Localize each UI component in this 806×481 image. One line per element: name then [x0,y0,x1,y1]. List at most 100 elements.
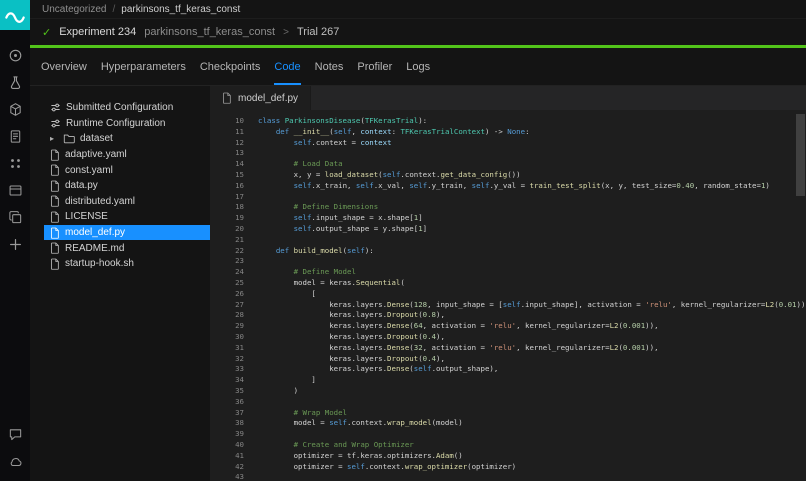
file-tree-item-startup-hook-sh[interactable]: startup-hook.sh [44,256,210,272]
file-tree-item-readme-md[interactable]: README.md [44,240,210,256]
file-tree-item-license[interactable]: LICENSE [44,209,210,225]
user-icon[interactable] [0,42,30,69]
config-icon [50,118,61,129]
file-icon [50,258,60,270]
file-tree: Submitted Configuration Runtime Configura… [30,86,210,481]
code-line: 39 [210,429,806,440]
line-number: 22 [210,246,258,257]
line-number: 21 [210,235,258,246]
templates-icon[interactable] [0,204,30,231]
file-tree-item-label: data.py [65,180,98,191]
code-line: 27 keras.layers.Dense(128, input_shape =… [210,300,806,311]
file-tree-item-adaptive-yaml[interactable]: adaptive.yaml [44,147,210,163]
scrollbar-thumb[interactable] [796,114,805,196]
line-number: 25 [210,278,258,289]
line-number: 38 [210,418,258,429]
editor-tab-label: model_def.py [238,93,298,104]
line-number: 20 [210,224,258,235]
tab-profiler[interactable]: Profiler [350,48,399,85]
line-number: 29 [210,321,258,332]
file-tree-item-submitted-configuration[interactable]: Submitted Configuration [44,100,210,116]
tab-code[interactable]: Code [267,48,307,85]
code-line-text: optimizer = self.context.wrap_optimizer(… [258,462,516,471]
code-line-text: keras.layers.Dense(128, input_shape = [s… [258,300,806,309]
code-line-text: keras.layers.Dropout(0.4), [258,354,445,363]
code-line: 34 ] [210,375,806,386]
trial-label[interactable]: Trial 267 [297,26,339,38]
experiments-icon[interactable] [0,69,30,96]
line-number: 16 [210,181,258,192]
line-number: 11 [210,127,258,138]
tab-overview[interactable]: Overview [34,48,94,85]
editor-tab-model-def[interactable]: model_def.py [210,86,311,110]
code-line: 14 # Load Data [210,159,806,170]
file-icon [50,227,60,239]
tab-hyperparameters[interactable]: Hyperparameters [94,48,193,85]
line-number: 18 [210,202,258,213]
file-tree-item-label: model_def.py [65,227,125,238]
line-number: 10 [210,116,258,127]
code-line: 26 [ [210,289,806,300]
tab-checkpoints[interactable]: Checkpoints [193,48,268,85]
line-number: 40 [210,440,258,451]
code-line: 28 keras.layers.Dropout(0.8), [210,310,806,321]
file-tree-item-data-py[interactable]: data.py [44,178,210,194]
code-line-text: optimizer = tf.keras.optimizers.Adam() [258,451,463,460]
file-tree-item-label: Submitted Configuration [66,102,173,113]
file-tree-item-distributed-yaml[interactable]: distributed.yaml [44,194,210,210]
code-line: 20 self.output_shape = y.shape[1] [210,224,806,235]
chevron-right-icon[interactable]: ▸ [50,135,58,143]
app-logo[interactable] [0,0,30,30]
code-line: 31 keras.layers.Dense(32, activation = '… [210,343,806,354]
feedback-icon[interactable] [0,421,30,448]
line-number: 35 [210,386,258,397]
code-line: 25 model = keras.Sequential( [210,278,806,289]
line-number: 33 [210,364,258,375]
tasks-icon[interactable] [0,123,30,150]
main-column: Uncategorized / parkinsons_tf_keras_cons… [30,0,806,481]
file-icon [50,164,60,176]
breadcrumb-parent[interactable]: Uncategorized [42,4,106,15]
code-line-text: self.output_shape = y.shape[1] [258,224,427,233]
model-registry-icon[interactable] [0,96,30,123]
status-check-icon: ✓ [42,26,51,39]
file-tree-item-runtime-configuration[interactable]: Runtime Configuration [44,116,210,132]
code-line: 19 self.input_shape = x.shape[1] [210,213,806,224]
folder-icon [63,133,75,144]
code-line: 43 [210,472,806,481]
code-line-text: keras.layers.Dense(64, activation = 'rel… [258,321,659,330]
cloud-icon[interactable] [0,448,30,475]
file-tree-item-const-yaml[interactable]: const.yaml [44,162,210,178]
code-line-text: # Define Model [258,267,356,276]
file-icon [50,242,60,254]
line-number: 41 [210,451,258,462]
logo-wave-icon [2,2,28,28]
line-number: 34 [210,375,258,386]
line-number: 27 [210,300,258,311]
breadcrumb-separator: / [112,4,115,15]
code-line: 32 keras.layers.Dropout(0.4), [210,354,806,365]
code-line-text: class ParkinsonsDisease(TFKerasTrial): [258,116,427,125]
workspace-icon[interactable] [0,177,30,204]
file-tree-item-model-def-py[interactable]: model_def.py [44,225,210,241]
cluster-icon[interactable] [0,150,30,177]
file-icon [50,195,60,207]
file-tree-item-label: Runtime Configuration [66,118,166,129]
tab-notes[interactable]: Notes [308,48,351,85]
breadcrumb-current[interactable]: parkinsons_tf_keras_const [121,4,240,15]
code-line-text: ] [258,375,316,384]
code-line-text: keras.layers.Dropout(0.8), [258,310,445,319]
line-number: 37 [210,408,258,419]
file-tree-item-label: LICENSE [65,211,108,222]
experiment-label[interactable]: Experiment 234 [59,26,136,38]
file-tree-item-label: adaptive.yaml [65,149,127,160]
code-line: 35 ) [210,386,806,397]
add-icon[interactable] [0,231,30,258]
code-line: 12 self.context = context [210,138,806,149]
code-line-text: self.x_train, self.x_val, self.y_train, … [258,181,770,190]
tab-bar: OverviewHyperparametersCheckpointsCodeNo… [30,48,806,86]
tab-logs[interactable]: Logs [399,48,437,85]
rail-items [0,42,30,258]
code-line-text: [ [258,289,316,298]
file-tree-item-dataset[interactable]: ▸dataset [44,131,210,147]
